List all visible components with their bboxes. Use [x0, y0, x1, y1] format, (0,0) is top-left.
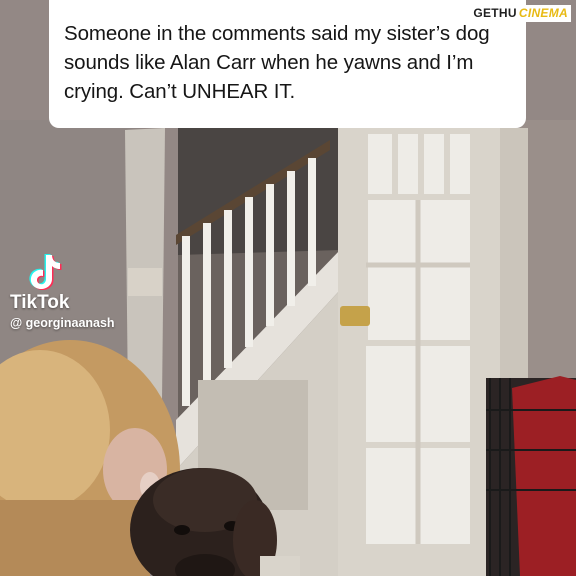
tiktok-note-icon	[29, 254, 62, 290]
tiktok-watermark: TikTok @ georginaanash	[10, 253, 170, 333]
brand-text-part1: GETHU	[473, 6, 517, 20]
tiktok-brand-name: TikTok	[10, 292, 70, 313]
caption-text: Someone in the comments said my sister’s…	[64, 22, 490, 103]
creator-handle: @ georginaanash	[10, 316, 115, 330]
brand-text-part2: CINEMA	[518, 6, 568, 20]
caption-card: Someone in the comments said my sister’s…	[49, 0, 526, 128]
video-frame: Someone in the comments said my sister’s…	[0, 0, 576, 576]
brand-watermark: GETHU CINEMA	[470, 5, 571, 22]
